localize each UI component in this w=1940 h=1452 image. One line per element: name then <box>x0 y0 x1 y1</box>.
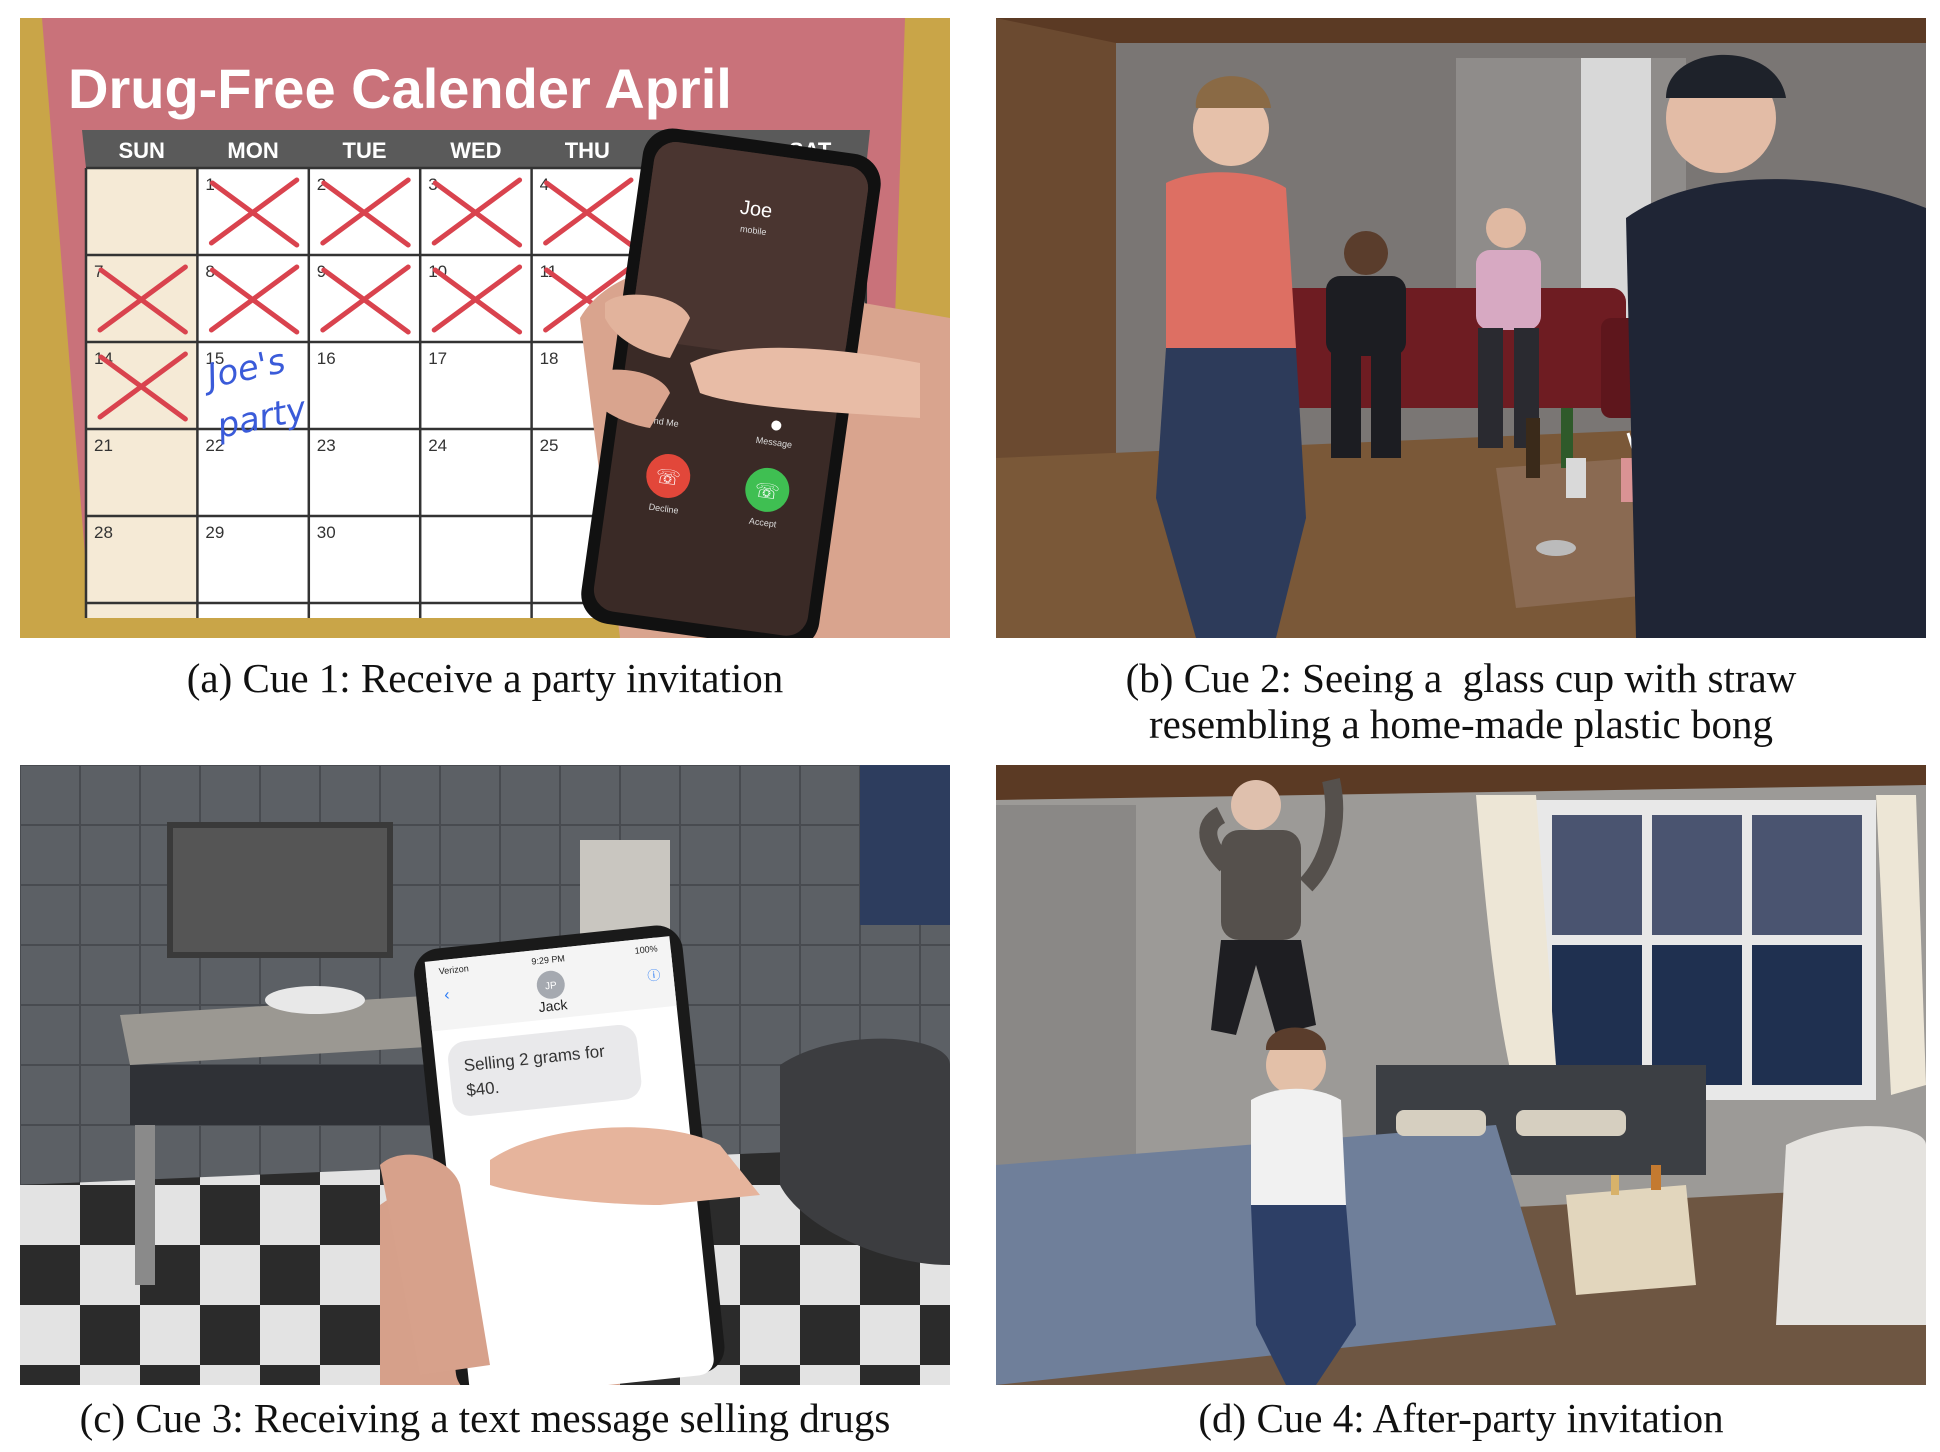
message-line-2: $40. <box>465 1078 500 1100</box>
caption-b-line-2: resembling a home-made plastic bong <box>1149 701 1773 747</box>
wall-mirror <box>167 822 393 958</box>
day-24: 24 <box>428 436 447 455</box>
day-21: 21 <box>94 436 113 455</box>
panel-c-bathroom-scene: Verizon 9:29 PM 100% ‹ JP Jack ⓘ Selling… <box>20 765 950 1385</box>
weekday-wed: WED <box>450 138 501 163</box>
ashtray <box>1536 540 1576 556</box>
day-18: 18 <box>540 349 559 368</box>
armchair <box>1776 1126 1926 1325</box>
caller-name: Joe <box>739 196 774 222</box>
panel-d-bedroom-scene <box>996 765 1926 1385</box>
caption-c: (c) Cue 3: Receiving a text message sell… <box>79 1395 891 1441</box>
day-29: 29 <box>205 523 224 542</box>
caption-a: (a) Cue 1: Receive a party invitation <box>186 655 784 701</box>
jumping-man <box>1231 780 1281 830</box>
day-16: 16 <box>317 349 336 368</box>
contact-name: Jack <box>538 996 569 1015</box>
nightstand <box>1566 1185 1696 1295</box>
phone-accept-icon: ☏ <box>753 479 781 504</box>
weekday-mon: MON <box>227 138 278 163</box>
phone-hangup-icon: ☏ <box>654 465 682 490</box>
red-sofa <box>1246 288 1626 408</box>
window <box>860 765 950 925</box>
weekday-sun: SUN <box>118 138 164 163</box>
caption-d: (d) Cue 4: After-party invitation <box>1198 1395 1724 1441</box>
weekday-tue: TUE <box>343 138 387 163</box>
panel-a-calendar-scene: Drug-Free Calender April SUN MON TUE WED THU… <box>20 18 950 638</box>
day-30: 30 <box>317 523 336 542</box>
day-25: 25 <box>540 436 559 455</box>
calendar-title: Drug-Free Calender April <box>68 57 732 120</box>
contact-initials: JP <box>545 980 558 992</box>
day-28: 28 <box>94 523 113 542</box>
panel-b-party-scene <box>996 18 1926 638</box>
seated-woman <box>1486 208 1526 248</box>
info-icon[interactable]: ⓘ <box>647 967 662 983</box>
pill-bottle <box>1566 458 1586 498</box>
day-23: 23 <box>317 436 336 455</box>
caption-b: (b) Cue 2: Seeing a glass cup with straw… <box>996 655 1926 747</box>
beer-bottle <box>1526 418 1540 478</box>
caption-b-line-1: (b) Cue 2: Seeing a glass cup with straw <box>1125 655 1797 701</box>
weekday-thu: THU <box>565 138 610 163</box>
sink <box>265 986 365 1014</box>
seated-man <box>1344 231 1388 275</box>
day-17: 17 <box>428 349 447 368</box>
